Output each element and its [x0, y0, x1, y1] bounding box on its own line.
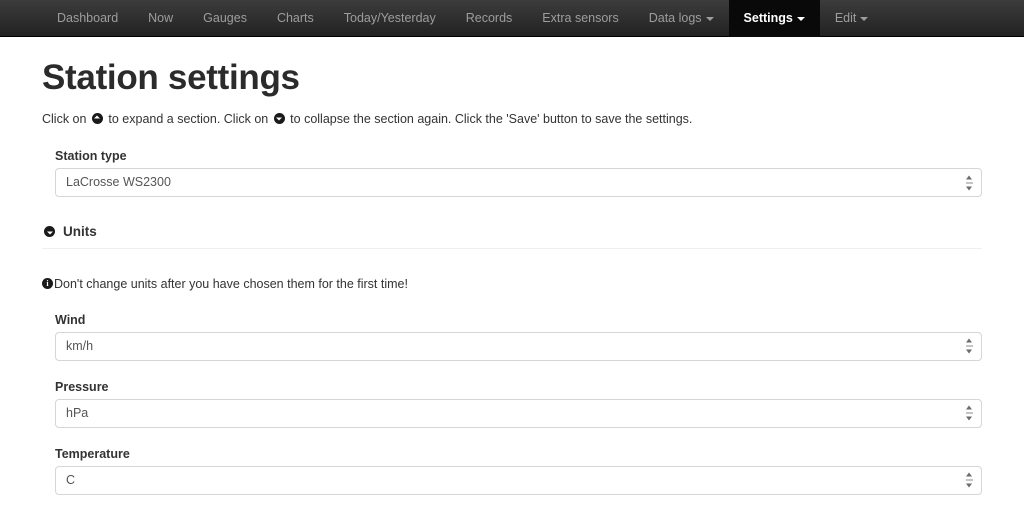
nav-list: Dashboard Now Gauges Charts Today/Yester… [42, 0, 883, 37]
instructions-part-3: to collapse the section again. Click the… [286, 111, 693, 126]
temperature-field-group: Temperature C [42, 428, 982, 495]
pressure-label: Pressure [55, 379, 109, 394]
rain-field-group: Rain [42, 495, 982, 507]
nav-label-now: Now [148, 11, 174, 26]
chevron-down-icon [860, 16, 869, 21]
info-circle-icon [42, 278, 53, 290]
nav-item-today-yesterday[interactable]: Today/Yesterday [329, 0, 451, 37]
top-navigation-bar: Dashboard Now Gauges Charts Today/Yester… [0, 0, 1024, 37]
nav-item-settings[interactable]: Settings [728, 0, 820, 37]
nav-label-today-yesterday: Today/Yesterday [343, 11, 436, 26]
nav-item-records[interactable]: Records [451, 0, 528, 37]
units-section-title: Units [63, 224, 97, 240]
station-type-field-group: Station type LaCrosse WS2300 [42, 149, 982, 198]
station-type-label: Station type [55, 149, 127, 164]
wind-field-group: Wind km/h [42, 294, 982, 361]
circle-arrow-down-icon [273, 112, 285, 124]
page-instructions: Click on to expand a section. Click on t… [42, 98, 982, 129]
temperature-select-wrapper: C [55, 465, 982, 495]
temperature-label: Temperature [55, 446, 130, 461]
nav-item-gauges[interactable]: Gauges [188, 0, 262, 37]
pressure-select-wrapper: hPa [55, 398, 982, 428]
nav-item-now[interactable]: Now [133, 0, 188, 37]
nav-label-data-logs: Data logs [648, 11, 702, 26]
nav-item-charts[interactable]: Charts [262, 0, 329, 37]
wind-units-select[interactable]: km/h [55, 331, 982, 361]
instructions-part-2: to expand a section. Click on [104, 111, 272, 126]
nav-item-extra-sensors[interactable]: Extra sensors [527, 0, 633, 37]
instructions-part-1: Click on [42, 111, 90, 126]
nav-label-records: Records [465, 11, 513, 26]
nav-item-dashboard[interactable]: Dashboard [42, 0, 133, 37]
nav-label-edit: Edit [834, 11, 857, 26]
nav-label-charts: Charts [276, 11, 314, 26]
nav-item-edit[interactable]: Edit [820, 0, 884, 37]
station-type-select[interactable]: LaCrosse WS2300 [55, 168, 982, 198]
nav-label-extra-sensors: Extra sensors [542, 11, 619, 26]
units-warning-note: Don't change units after you have chosen… [42, 249, 982, 294]
pressure-field-group: Pressure hPa [42, 361, 982, 428]
nav-label-settings: Settings [743, 11, 793, 26]
units-warning-text: Don't change units after you have chosen… [54, 277, 408, 292]
circle-arrow-up-icon [91, 112, 103, 124]
nav-label-dashboard: Dashboard [57, 11, 119, 26]
chevron-down-icon [796, 16, 805, 21]
units-section-header[interactable]: Units [42, 197, 982, 250]
circle-arrow-down-icon[interactable] [44, 226, 55, 238]
nav-item-data-logs[interactable]: Data logs [634, 0, 729, 37]
wind-label: Wind [55, 312, 86, 327]
temperature-units-select[interactable]: C [55, 465, 982, 495]
pressure-units-select[interactable]: hPa [55, 398, 982, 428]
page-container: Station settings Click on to expand a se… [0, 37, 1024, 507]
chevron-down-icon [705, 16, 714, 21]
wind-select-wrapper: km/h [55, 331, 982, 361]
nav-label-gauges: Gauges [203, 11, 247, 26]
station-type-select-wrapper: LaCrosse WS2300 [55, 168, 982, 198]
page-title: Station settings [42, 58, 300, 97]
